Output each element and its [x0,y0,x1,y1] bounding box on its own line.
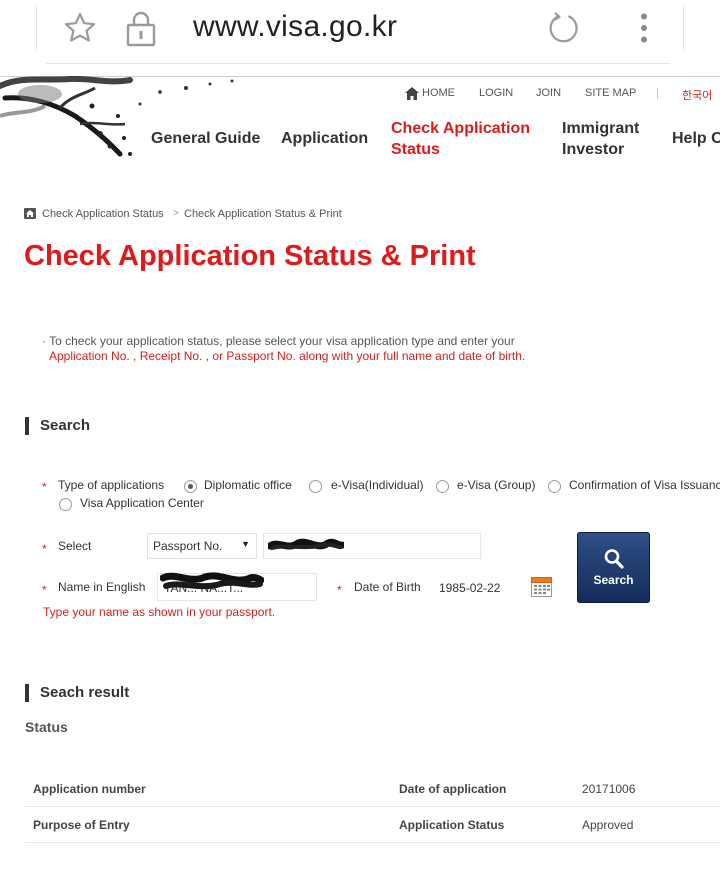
radio-confirmation-visa-issuance[interactable] [548,480,561,493]
radio-evisa-group-label[interactable]: e-Visa (Group) [457,478,535,492]
breadcrumb-separator: > [173,208,179,219]
reload-icon[interactable] [545,9,583,47]
radio-evisa-individual[interactable] [309,480,322,493]
date-of-birth-value: 1985-02-22 [439,581,501,595]
ink-plum-blossom-logo[interactable] [0,75,240,162]
search-section-heading: Search [25,417,90,435]
nav-general-guide[interactable]: General Guide [151,128,260,149]
search-button[interactable]: Search [577,532,650,603]
page-title: Check Application Status & Print [24,240,476,272]
radio-confirmation-visa-issuance-label[interactable]: Confirmation of Visa Issuance [569,478,720,492]
radio-visa-application-center[interactable] [59,498,72,511]
status-subtitle: Status [25,719,68,735]
util-divider: | [656,87,659,99]
url-text[interactable]: www.visa.go.kr [193,10,397,44]
redaction-scribble [268,538,344,550]
notice-line2: Application No. , Receipt No. , or Passp… [49,349,526,363]
browser-toolbar: www.visa.go.kr [0,0,720,77]
id-type-select[interactable]: Passport No. ▼ [147,533,257,559]
home-link[interactable]: HOME [422,87,455,99]
toolbar-divider [683,6,684,50]
nav-check-label-line2: Status [391,141,440,158]
date-of-birth-input[interactable]: 1985-02-22 [432,573,528,601]
lock-icon[interactable] [123,8,159,48]
nav-immigrant-label-line2: Investor [562,141,625,158]
id-type-select-value: Passport No. [153,539,223,553]
instruction-notice: · To check your application status, plea… [42,334,525,364]
required-mark: * [42,583,47,597]
redaction-scribble [160,572,264,590]
chevron-down-icon: ▼ [241,539,250,549]
nav-immigrant-investor[interactable]: Immigrant Investor [562,118,639,160]
star-icon[interactable] [62,10,98,46]
purpose-of-entry-header: Purpose of Entry [33,818,130,832]
nav-application[interactable]: Application [281,128,368,149]
application-number-header: Application number [33,782,146,796]
radio-evisa-individual-label[interactable]: e-Visa(Individual) [331,478,424,492]
table-row: Application number Date of application 2… [25,771,720,807]
breadcrumb-check-status[interactable]: Check Application Status [42,208,164,220]
name-hint-text: Type your name as shown in your passport… [43,605,276,619]
nav-check-label-line1: Check Application [391,120,530,137]
search-button-label: Search [593,573,634,587]
name-in-english-label: Name in English [58,580,146,594]
nav-general-guide-label: General Guide [151,130,261,147]
breadcrumb-current: Check Application Status & Print [184,208,342,220]
nav-immigrant-label-line1: Immigrant [562,120,640,137]
application-status-header: Application Status [399,818,505,832]
required-mark: * [42,480,47,494]
type-of-applications-label: Type of applications [58,478,165,492]
select-label: Select [58,539,92,553]
notice-bullet: · [42,334,46,348]
overflow-menu-icon[interactable] [634,12,654,44]
nav-help-center[interactable]: Help C [672,128,720,149]
date-of-application-value: 20171006 [582,782,636,796]
toolbar-divider [36,6,37,50]
calendar-icon[interactable] [531,576,552,597]
nav-application-label: Application [281,130,369,147]
radio-evisa-group[interactable] [436,480,449,493]
nav-check-application-status[interactable]: Check Application Status [391,118,530,160]
site-map-link[interactable]: SITE MAP [585,87,636,99]
required-mark: * [42,542,47,556]
required-mark: * [337,583,342,597]
application-status-value: Approved [582,818,634,832]
notice-line1: To check your application status, please… [49,334,515,348]
result-table: Application number Date of application 2… [25,771,720,843]
radio-diplomatic-office[interactable] [184,480,197,493]
home-icon[interactable] [405,87,419,100]
login-link[interactable]: LOGIN [479,87,513,99]
table-row: Purpose of Entry Application Status Appr… [25,807,720,843]
korean-language-link[interactable]: 한국어 [682,87,712,103]
search-result-heading: Seach result [25,684,129,702]
magnifier-icon [604,549,624,569]
date-of-birth-label: Date of Birth [354,580,421,594]
radio-visa-application-center-label[interactable]: Visa Application Center [80,496,204,510]
nav-help-label: Help C [672,130,720,147]
join-link[interactable]: JOIN [536,87,561,99]
date-of-application-header: Date of application [399,782,507,796]
radio-diplomatic-office-label[interactable]: Diplomatic office [204,478,292,492]
url-underline [46,63,670,64]
breadcrumb-home-icon[interactable] [24,208,36,219]
